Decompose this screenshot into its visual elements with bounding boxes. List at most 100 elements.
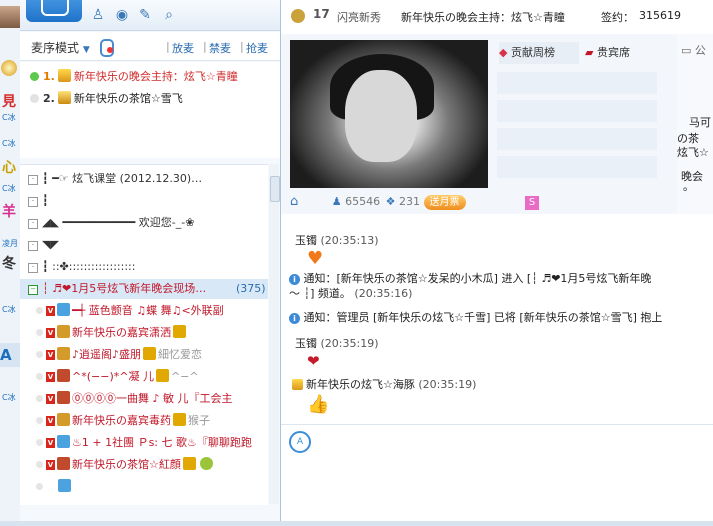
user-row[interactable]: V ♨1 + 1社團 Ｐs: 七 歌♨『聊聊跑跑 [36,433,268,453]
mode-bar: 麦序模式 ▼ | 放麦 | 禁麦 | 抢麦 [20,32,280,61]
collapse-toggle[interactable]: − [28,285,38,295]
chat-time: (20:35:13) [320,234,379,247]
tree-scrollbar[interactable] [269,164,280,504]
tree-row[interactable]: · ┇ [20,191,268,211]
notice-text: 炫飞☆ [677,146,709,159]
chevron-down-icon: ▼ [82,45,90,55]
user-name: ^*(−−)*^凝 儿 [72,370,154,383]
panel-toolbar: ♙ ◉ ✎ ⌕ [20,0,280,31]
user-icon[interactable]: ♙ [90,7,106,23]
fans-count: 65546 [345,195,381,208]
mode-select[interactable]: 麦序模式 ▼ [31,39,90,56]
strip-text: C冰 [2,184,16,193]
divider: | [240,40,244,53]
expand-toggle[interactable]: · [28,175,38,185]
role-icon [57,413,70,426]
channel-tab[interactable] [26,0,82,22]
video-face [345,70,417,162]
online-icon [30,72,39,81]
room-header: 17 闪亮新秀 新年快乐の晚会主持：炫飞☆青瞳 签约： 315619 [281,0,713,35]
host-name[interactable]: 新年快乐の晚会主持：炫飞☆青瞳 [401,9,565,25]
notice-text: 通知：管理员 [新年快乐の炫飞☆千雪] 已将 [新年快乐の茶馆☆雪飞] 抱上 [303,311,663,324]
tree-row[interactable]: · ┇ ::✤:::::::::::::::::: [20,257,268,277]
crown-icon [173,325,186,338]
crown-icon [143,347,157,360]
tree-row[interactable]: · ◥◤ [20,235,268,255]
strip-char: 心 [2,160,16,176]
notice-text: 马可 [689,116,711,129]
queue-item[interactable]: 2. 新年快乐の茶馆☆雪飞 [30,90,183,108]
ban-mic-button[interactable]: 禁麦 [209,40,231,56]
thumbs-up-emoji-icon: 👍 [307,394,330,415]
vip-icon: V [46,394,55,404]
send-ticket-button[interactable]: 送月票 [423,195,466,210]
release-mic-button[interactable]: 放麦 [172,40,194,56]
channel-label: ◥◤ [42,238,59,251]
role-icon [57,347,70,360]
user-row[interactable]: V 新年快乐の茶馆☆紅顔 [36,455,268,475]
vip-icon: V [46,306,55,316]
lips-emoji-icon: ❤ [307,352,320,370]
expand-toggle[interactable]: · [28,197,38,207]
tab-weekly-contribution[interactable]: ◆ 贡献周榜 [499,42,579,64]
flower-count: 231 [399,195,421,208]
status-dot [36,395,43,402]
expand-toggle[interactable]: · [28,263,38,273]
chat-sender: 新年快乐の炫飞☆海豚 (20:35:19) [289,376,476,392]
queue-item[interactable]: 1. 新年快乐の晚会主持：炫飞☆青瞳 [30,68,238,86]
expand-toggle[interactable]: · [28,219,38,229]
tab-vip-seats[interactable]: ▰ 贵宾席 [585,42,663,64]
anchor-area: ⌂ ♟ 65546 ❖ 231 送月票 S ◆ 贡献周榜 ▰ 贵宾席 [281,34,681,214]
tree-row[interactable]: · ┇ ━☞ 炫飞课堂 (2012.12.30)… [20,169,268,189]
role-icon [57,325,70,338]
scroll-thumb[interactable] [270,176,280,202]
channel-panel: ♙ ◉ ✎ ⌕ 麦序模式 ▼ | 放麦 | 禁麦 | 抢麦 1. 新年快乐の晚会主… [20,0,281,526]
font-bar[interactable]: A [0,343,20,367]
edit-icon[interactable]: ✎ [137,7,153,23]
location-icon[interactable]: ◉ [114,7,130,23]
chat-sender: 玉镯 (20:35:13) [295,232,379,248]
rank-slot [497,72,657,94]
chat-input-bar[interactable]: A [281,424,713,459]
user-row[interactable]: V 新年快乐の嘉宾潇洒 [36,323,268,343]
search-icon[interactable]: ⌕ [161,7,177,23]
host-rank: 闪亮新秀 [337,11,381,24]
mode-label: 麦序模式 [31,41,80,55]
home-icon[interactable]: ⌂ [290,194,298,209]
rank-slot [497,156,657,178]
user-row[interactable]: V ♪逍遥阁♪盛朋 細忆爱恋 [36,345,268,365]
flower-icon: ❖ [385,195,396,208]
user-row[interactable]: V 新年快乐の嘉宾毒药 猴子 [36,411,268,431]
status-dot [36,373,43,380]
s-button[interactable]: S [525,196,540,210]
sender-name[interactable]: 玉镯 [295,337,317,350]
anchor-video[interactable] [290,40,488,188]
notice-text: 通知：[新年快乐の茶馆☆发呆的小木瓜] 进入 [┆ ♬❤1月5号炫飞新年晚 [303,272,652,285]
queue-number: 2. [43,92,55,105]
grab-mic-button[interactable]: 抢麦 [246,40,268,56]
divider: | [203,40,207,53]
tree-row-selected[interactable]: − ┆ ♬❤1月5号炫飞新年晚会现场… (375) [20,279,268,299]
user-row[interactable] [36,477,268,497]
vip-badge-icon [57,91,71,104]
user-row[interactable]: V ⓪⓪⓪⓪一曲舞 ♪ 敏 儿『工会主 [36,389,268,409]
seat-icon: ▰ [585,46,594,59]
offline-icon [30,94,39,103]
sender-name[interactable]: 新年快乐の炫飞☆海豚 [306,378,415,391]
system-notice-cont: ～ ┆] 频道。 (20:35:16) [289,285,412,301]
tree-row[interactable]: · ◢◣ ━━━━━━━━━━━ 欢迎您-_-❀ [20,213,268,233]
user-row[interactable]: V ━┽ 蓝色颤音 ♫蝶 舞♫<外联副 [36,301,268,321]
expand-toggle[interactable]: · [28,241,38,251]
emoji-icon[interactable]: A [289,431,311,453]
strip-text: 凌月 [2,239,18,248]
heart-emoji-icon: ♥ [307,248,324,269]
user-extra: ^−^ [170,370,199,383]
strip-char: 見 [2,94,16,110]
sign-label: 签约： [601,11,634,24]
user-name: ♨1 + 1社團 Ｐs: 七 歌♨『聊聊跑跑 [72,436,252,449]
mic-icon[interactable] [100,39,114,57]
crown-icon [182,457,196,470]
user-row[interactable]: V ^*(−−)*^凝 儿 ^−^ [36,367,268,387]
tab-label: 贡献周榜 [510,46,555,59]
sender-name[interactable]: 玉镯 [295,234,317,247]
